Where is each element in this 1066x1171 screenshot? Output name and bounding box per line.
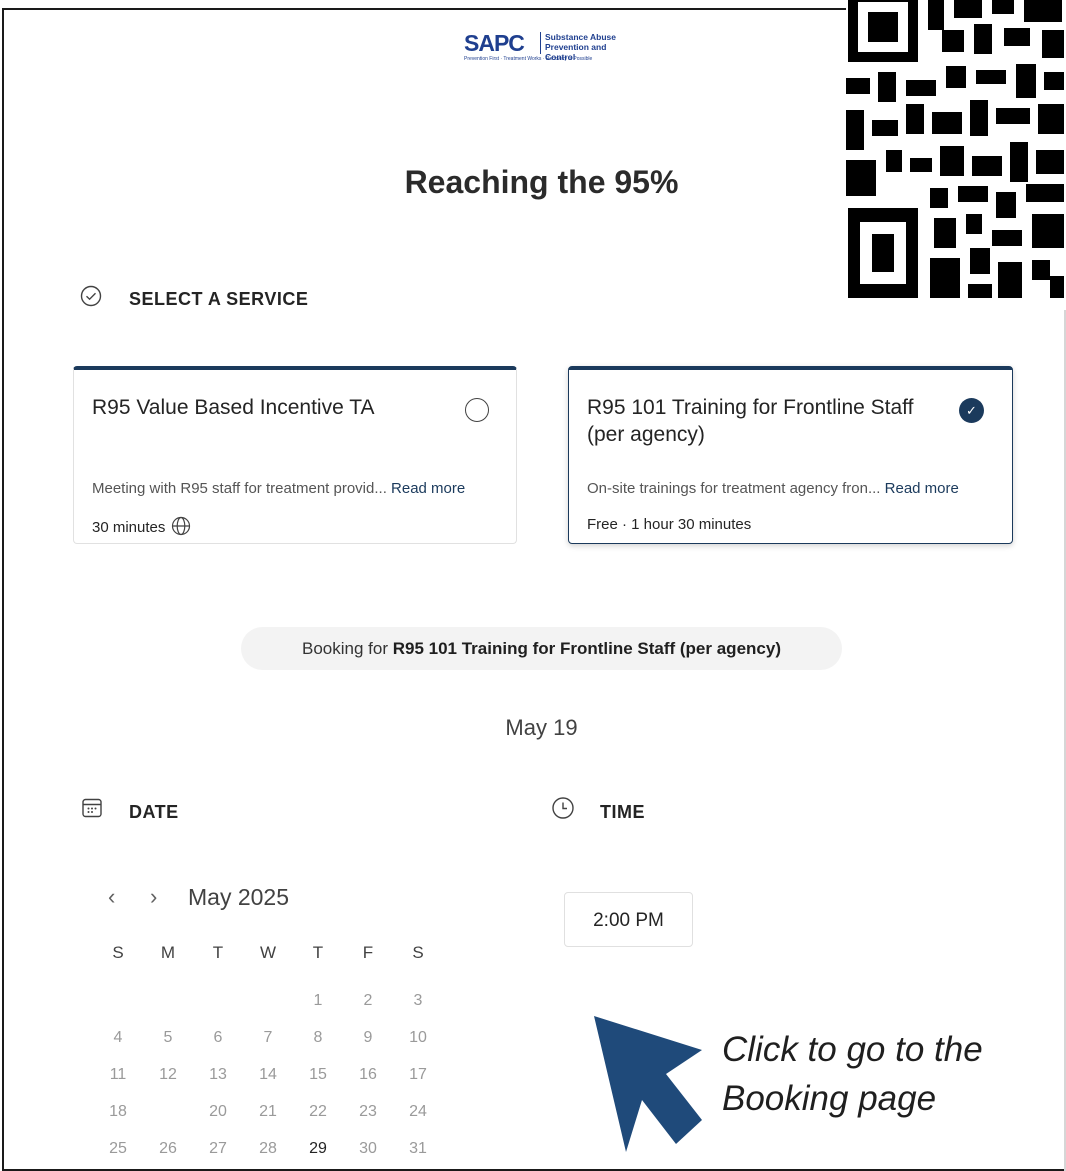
calendar-day: 30: [359, 1140, 377, 1157]
booking-summary: Booking for R95 101 Training for Frontli…: [241, 627, 842, 670]
clock-icon: [552, 797, 574, 819]
weekday-header: W: [259, 943, 277, 962]
calendar-day: 15: [309, 1066, 327, 1083]
calendar-day: 14: [259, 1066, 277, 1083]
calendar-day[interactable]: 19: [143, 1093, 193, 1129]
weekday-header: S: [112, 943, 124, 962]
calendar-day: 28: [259, 1140, 277, 1157]
globe-icon: [172, 516, 191, 536]
service-card-value-based-incentive[interactable]: R95 Value Based Incentive TA Meeting wit…: [73, 366, 517, 544]
read-more-link[interactable]: Read more: [391, 480, 465, 497]
calendar-day: 24: [409, 1103, 427, 1120]
calendar-day: 22: [309, 1103, 327, 1120]
callout-text: Click to go to the Booking page: [722, 1025, 983, 1123]
checkmark-selected-icon[interactable]: ✓: [959, 398, 984, 423]
booking-prefix: Booking for: [302, 639, 388, 658]
calendar-day: 6: [213, 1029, 223, 1046]
weekday-header: M: [160, 943, 176, 962]
calendar-day: 18: [109, 1103, 127, 1120]
pointer-arrow-icon: [594, 1016, 702, 1152]
weekday-header: T: [312, 943, 324, 962]
calendar-day: 5: [163, 1029, 173, 1046]
logo-wordmark: SAPC: [464, 30, 525, 56]
service-meta: Free · 1 hour 30 minutes: [587, 516, 752, 533]
calendar-day: 21: [259, 1103, 277, 1120]
service-description: Meeting with R95 staff for treatment pro…: [92, 480, 465, 497]
calendar-day: 8: [313, 1029, 323, 1046]
calendar-day: 4: [113, 1029, 123, 1046]
calendar-day: 12: [159, 1066, 177, 1083]
calendar-day: 23: [359, 1103, 377, 1120]
time-heading: TIME: [600, 802, 645, 822]
date-heading: DATE: [129, 802, 179, 822]
calendar-icon: [82, 798, 102, 818]
selected-date: May 19: [505, 715, 578, 740]
calendar-day: 1: [313, 992, 323, 1009]
calendar-day: 7: [263, 1029, 273, 1046]
logo-tagline: Prevention First · Treatment Works · Rec…: [464, 56, 593, 62]
calendar-day: 2: [363, 992, 373, 1009]
calendar-day: 27: [209, 1140, 227, 1157]
service-duration: 30 minutes: [92, 519, 166, 536]
service-title: R95 Value Based Incentive TA: [92, 396, 375, 419]
weekday-header: T: [212, 943, 224, 962]
service-radio[interactable]: [465, 398, 489, 422]
calendar-day: 26: [159, 1140, 177, 1157]
callout-line-1: Click to go to the: [722, 1030, 983, 1069]
calendar-day: 11: [109, 1066, 127, 1083]
qr-code: [846, 0, 1066, 309]
service-description-text: Meeting with R95 staff for treatment pro…: [92, 480, 387, 497]
page-title: Reaching the 95%: [404, 164, 679, 200]
logo-divider: [540, 32, 541, 54]
calendar-day: 13: [209, 1066, 227, 1083]
weekday-header: S: [412, 943, 424, 962]
logo-org-line1: Substance Abuse: [545, 32, 617, 42]
calendar-day: 16: [359, 1066, 377, 1083]
calendar-day: 31: [409, 1140, 427, 1157]
calendar-day: 17: [409, 1066, 427, 1083]
service-meta: 30 minutes: [92, 516, 191, 536]
calendar-day[interactable]: 29: [293, 1134, 343, 1164]
service-card-101-training[interactable]: R95 101 Training for Frontline Staff (pe…: [568, 366, 1013, 544]
calendar-day: 10: [409, 1029, 427, 1046]
read-more-link[interactable]: Read more: [885, 480, 959, 497]
service-description-text: On-site trainings for treatment agency f…: [587, 480, 881, 497]
booking-service-name: R95 101 Training for Frontline Staff (pe…: [392, 639, 781, 658]
calendar-day: 20: [209, 1103, 227, 1120]
calendar-month: May 2025: [188, 884, 290, 910]
next-month-button[interactable]: ›: [150, 884, 157, 910]
calendar-day: 25: [109, 1140, 127, 1157]
calendar-day: 3: [413, 992, 423, 1009]
weekday-header: F: [362, 943, 374, 962]
sapc-logo: SAPC Substance Abuse Prevention and Cont…: [464, 30, 624, 66]
calendar-day: 9: [363, 1029, 373, 1046]
callout-line-2: Booking page: [722, 1079, 937, 1118]
prev-month-button[interactable]: ‹: [108, 884, 115, 910]
service-title: R95 101 Training for Frontline Staff (pe…: [587, 396, 914, 446]
select-service-heading: SELECT A SERVICE: [129, 289, 309, 309]
check-circle-icon: [80, 285, 102, 307]
service-description: On-site trainings for treatment agency f…: [587, 480, 959, 497]
time-slot-button[interactable]: 2:00 PM: [564, 892, 693, 947]
